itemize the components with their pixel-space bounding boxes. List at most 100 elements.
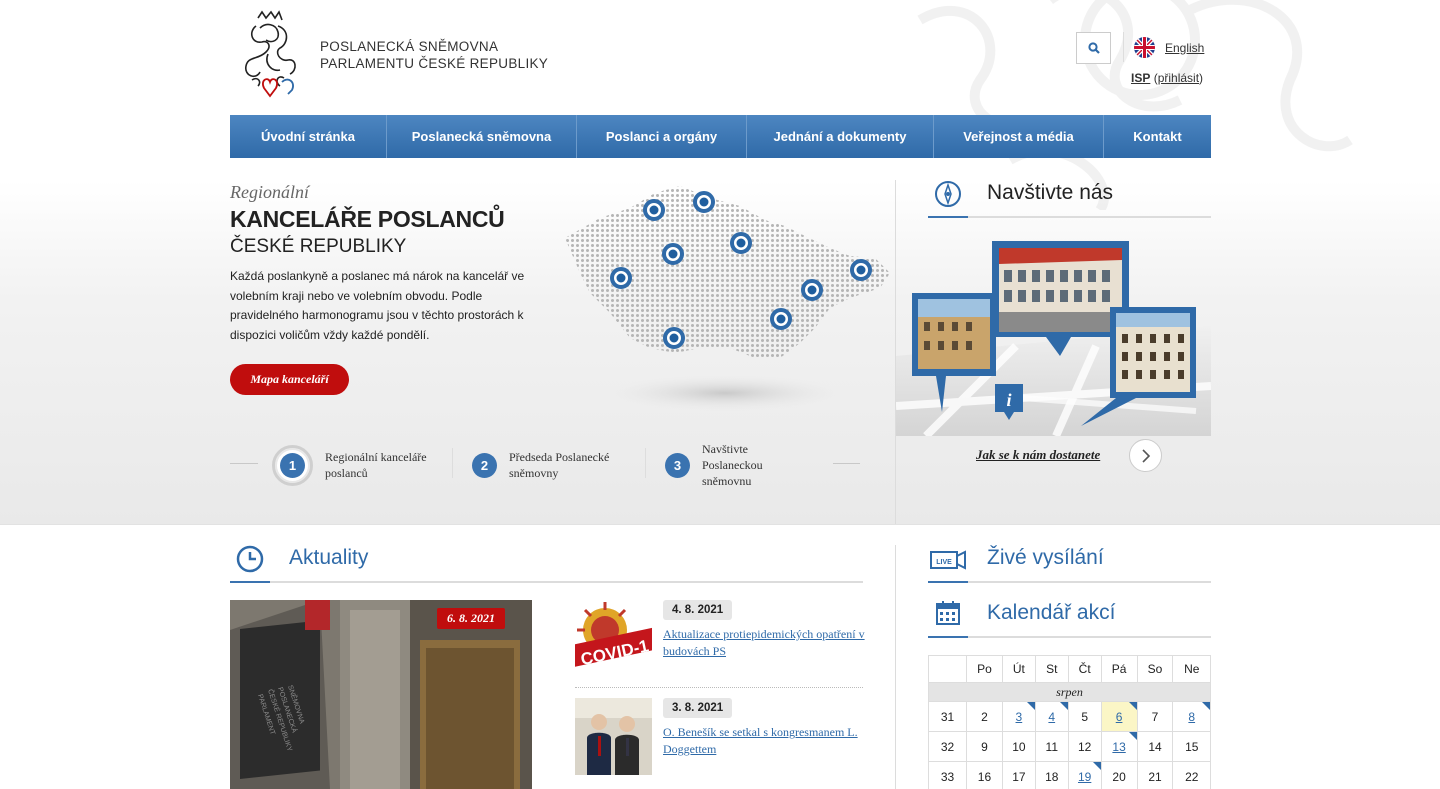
- day-header: So: [1136, 655, 1174, 683]
- featured-news-date: 6. 8. 2021: [437, 608, 505, 629]
- calendar-week-row: 31 2 3 4 5 6 7 8: [928, 701, 1211, 732]
- calendar-month: srpen: [928, 682, 1211, 702]
- news-separator: [575, 687, 863, 688]
- nav-item-public-media[interactable]: Veřejnost a média: [934, 115, 1104, 158]
- steps-line-left: [230, 463, 258, 464]
- steps-line-right: [833, 463, 860, 464]
- visit-section-header: Navštivte nás: [928, 178, 1211, 218]
- day-header: Po: [966, 655, 1003, 683]
- calendar-day-link[interactable]: 8: [1188, 710, 1195, 724]
- search-button[interactable]: [1076, 32, 1111, 64]
- isp-login: ISP (přihlásit): [1131, 71, 1203, 85]
- column-divider: [895, 545, 896, 789]
- isp-link[interactable]: ISP: [1131, 71, 1150, 85]
- nav-item-deputies[interactable]: Poslanci a orgány: [577, 115, 747, 158]
- calendar-day-event[interactable]: 3: [1001, 701, 1036, 732]
- news-date: 4. 8. 2021: [663, 600, 733, 620]
- calendar-day: 12: [1067, 731, 1102, 762]
- calendar-day: 9: [966, 731, 1003, 762]
- calendar-day: 17: [1001, 761, 1036, 789]
- calendar-day: 16: [966, 761, 1003, 789]
- parliament-lion-logo[interactable]: [238, 10, 304, 98]
- week-number: 31: [928, 701, 967, 732]
- search-icon: [1087, 42, 1100, 54]
- calendar-day: 20: [1100, 761, 1138, 789]
- header-divider: [1123, 32, 1124, 62]
- calendar-day-link[interactable]: 19: [1078, 770, 1091, 784]
- english-language-link[interactable]: English: [1165, 41, 1204, 55]
- news-title: Aktuality: [289, 546, 369, 569]
- live-camera-icon: LIVE: [930, 550, 966, 570]
- visit-title: Navštivte nás: [987, 181, 1114, 204]
- brand-line-2: PARLAMENTU ČESKÉ REPUBLIKY: [320, 56, 549, 71]
- calendar-day-event[interactable]: 4: [1034, 701, 1069, 732]
- isp-login-link[interactable]: přihlásit: [1158, 71, 1199, 85]
- uk-flag-icon[interactable]: [1134, 37, 1155, 58]
- institution-name[interactable]: POSLANECKÁ SNĚMOVNA PARLAMENTU ČESKÉ REP…: [320, 38, 548, 72]
- live-section-header[interactable]: LIVE Živé vysílání: [928, 543, 1211, 583]
- calendar-day-headers: Po Út St Čt Pá So Ne: [928, 655, 1211, 683]
- calendar-month-row: srpen: [928, 682, 1211, 702]
- calendar-week-row: 32 9 10 11 12 13 14 15: [928, 731, 1211, 762]
- hero-step-1[interactable]: 1 Regionální kanceláře poslanců: [272, 440, 445, 490]
- office-map-button[interactable]: Mapa kanceláří: [230, 364, 349, 395]
- meeting-news-thumbnail[interactable]: [575, 698, 652, 775]
- step-label: Regionální kanceláře poslanců: [325, 450, 427, 480]
- week-number: 33: [928, 761, 967, 789]
- nav-item-sessions[interactable]: Jednání a dokumenty: [747, 115, 934, 158]
- week-column-header: [928, 655, 967, 683]
- section-rule: [968, 216, 1211, 218]
- section-rule: [270, 581, 863, 583]
- calendar-day-event[interactable]: 13: [1100, 731, 1138, 762]
- calendar-icon: [936, 601, 960, 625]
- hero-step-2[interactable]: 2 Předseda Poslanecké sněmovny: [472, 440, 629, 490]
- news-title-link[interactable]: O. Benešík se setkal s kongresmanem L. D…: [663, 724, 868, 758]
- calendar-day-event[interactable]: 19: [1067, 761, 1102, 789]
- nav-item-contact[interactable]: Kontakt: [1104, 115, 1211, 158]
- day-header: Út: [1001, 655, 1036, 683]
- section-icon-box: [928, 178, 968, 218]
- hero-step-3[interactable]: 3 Navštivte Poslaneckou sněmovnu: [665, 440, 782, 490]
- calendar-day-today[interactable]: 6: [1100, 701, 1138, 732]
- calendar-title: Kalendář akcí: [987, 601, 1116, 624]
- nav-item-home[interactable]: Úvodní stránka: [230, 115, 387, 158]
- calendar-day: 7: [1136, 701, 1174, 732]
- step-number: 1: [280, 452, 305, 478]
- section-rule: [968, 581, 1211, 583]
- news-title-link[interactable]: Aktualizace protiepidemických opatření v…: [663, 626, 868, 660]
- isp-paren-close: ): [1199, 71, 1204, 85]
- directions-arrow-button[interactable]: [1129, 439, 1162, 472]
- calendar-day-link[interactable]: 4: [1048, 710, 1055, 724]
- page-container: POSLANECKÁ SNĚMOVNA PARLAMENTU ČESKÉ REP…: [230, 0, 1211, 789]
- calendar-section-header: Kalendář akcí: [928, 598, 1211, 638]
- czech-office-map[interactable]: [560, 178, 895, 413]
- covid-news-thumbnail[interactable]: COVID-1: [575, 600, 652, 677]
- step-active-ring: 1: [272, 444, 313, 486]
- news-section-header: Aktuality: [230, 543, 863, 583]
- visit-buildings-illustration[interactable]: i: [896, 236, 1211, 436]
- live-icon-text: LIVE: [936, 559, 952, 566]
- hero-description: Každá poslankyně a poslanec má nárok na …: [230, 269, 525, 342]
- calendar-day-link[interactable]: 6: [1116, 710, 1123, 724]
- compass-icon: [935, 181, 961, 207]
- step-divider: [452, 448, 453, 478]
- section-icon-box: [230, 543, 270, 583]
- calendar-day-link[interactable]: 3: [1016, 710, 1023, 724]
- hero-subtitle: ČESKÉ REPUBLIKY: [230, 236, 407, 257]
- step-divider: [645, 448, 646, 478]
- chevron-right-icon: [1141, 448, 1150, 463]
- nav-item-chamber[interactable]: Poslanecká sněmovna: [387, 115, 577, 158]
- step-label: Předseda Poslanecké sněmovny: [509, 450, 610, 480]
- calendar-week-row: 33 16 17 18 19 20 21 22: [928, 761, 1211, 789]
- calendar-day-event[interactable]: 8: [1172, 701, 1211, 732]
- svg-text:i: i: [1006, 390, 1011, 410]
- calendar-day: 15: [1172, 731, 1211, 762]
- directions-link[interactable]: Jak se k nám dostanete: [976, 447, 1100, 463]
- main-navigation: Úvodní stránka Poslanecká sněmovna Posla…: [230, 115, 1211, 158]
- calendar-day: 21: [1136, 761, 1174, 789]
- week-number: 32: [928, 731, 967, 762]
- clock-icon: [236, 545, 264, 573]
- calendar-day-link[interactable]: 13: [1112, 740, 1125, 754]
- event-calendar: Po Út St Čt Pá So Ne srpen 31 2 3 4 5 6 …: [928, 655, 1211, 789]
- news-date: 3. 8. 2021: [663, 698, 733, 718]
